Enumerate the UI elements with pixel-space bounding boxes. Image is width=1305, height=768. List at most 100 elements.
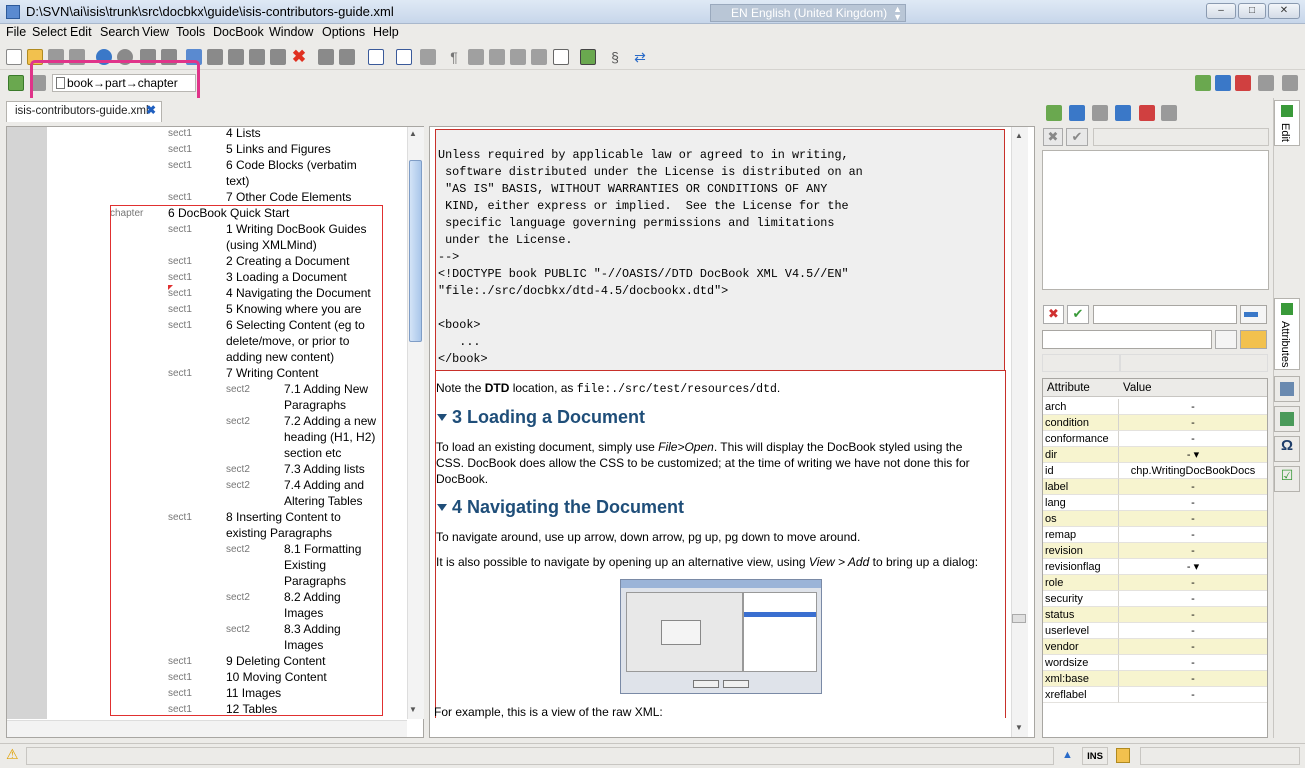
paste-after-icon[interactable]	[270, 49, 286, 65]
attribute-row[interactable]: id chp.WritingDocBookDocs	[1043, 463, 1267, 479]
swap-icon[interactable]: ⇄	[632, 49, 648, 65]
collapse-triangle-icon[interactable]	[437, 504, 447, 511]
attribute-row[interactable]: remap -	[1043, 527, 1267, 543]
attribute-value[interactable]: -	[1119, 527, 1267, 543]
attribute-row[interactable]: xml:base -	[1043, 671, 1267, 687]
insert-into-icon[interactable]	[1092, 105, 1108, 121]
menu-options[interactable]: Options	[322, 25, 365, 39]
maximize-button[interactable]: □	[1238, 3, 1266, 19]
attribute-row[interactable]: os -	[1043, 511, 1267, 527]
scroll-up-icon[interactable]: ▲	[1015, 131, 1023, 140]
select-parent-icon[interactable]	[8, 75, 24, 91]
outline-node-label[interactable]: 5 Links and Figures	[226, 141, 331, 157]
tab-spell-check[interactable]	[1274, 376, 1300, 402]
outline-node-label[interactable]: 4 Lists	[226, 125, 261, 141]
section-heading-navigating[interactable]: 4 Navigating the Document	[452, 497, 684, 518]
attribute-value[interactable]: -	[1119, 495, 1267, 511]
tab-document[interactable]: isis-contributors-guide.xml	[6, 101, 162, 122]
replace-element-icon[interactable]	[1115, 105, 1131, 121]
attribute-row[interactable]: wordsize -	[1043, 655, 1267, 671]
raw-xml-paragraph[interactable]: For example, this is a view of the raw X…	[434, 704, 663, 720]
section-icon[interactable]: §	[607, 49, 623, 65]
attribute-value[interactable]: chp.WritingDocBookDocs	[1119, 463, 1267, 479]
scroll-down-icon[interactable]: ▼	[1015, 723, 1023, 732]
replace-icon[interactable]	[318, 49, 334, 65]
paste-before-icon[interactable]	[249, 49, 265, 65]
wrap-element-icon[interactable]	[396, 49, 412, 65]
attribute-row[interactable]: xreflabel -	[1043, 687, 1267, 703]
close-tab-icon[interactable]: ✖	[146, 103, 156, 117]
collapse-triangle-icon[interactable]	[437, 414, 447, 421]
attribute-value-input[interactable]	[1042, 330, 1212, 349]
attribute-value[interactable]: - ▾	[1119, 559, 1267, 575]
attribute-row[interactable]: dir - ▾	[1043, 447, 1267, 463]
attribute-name-input[interactable]	[1093, 305, 1237, 324]
attribute-row[interactable]: revision -	[1043, 543, 1267, 559]
tab-edit[interactable]: Edit	[1274, 100, 1300, 146]
set-attribute-icon[interactable]: ✔	[1067, 305, 1089, 324]
menu-select[interactable]: Select	[32, 25, 67, 39]
insert-before-icon[interactable]	[1046, 105, 1062, 121]
attribute-row[interactable]: label -	[1043, 479, 1267, 495]
move-right-icon[interactable]	[1258, 75, 1274, 91]
options-icon[interactable]	[1282, 75, 1298, 91]
attribute-value[interactable]: -	[1119, 671, 1267, 687]
scroll-up-icon[interactable]: ▲	[409, 129, 417, 138]
attribute-value[interactable]: -	[1119, 655, 1267, 671]
attribute-value[interactable]: -	[1119, 415, 1267, 431]
table-icon[interactable]	[553, 49, 569, 65]
menu-search[interactable]: Search	[100, 25, 140, 39]
editor-scroll-thumb[interactable]	[1012, 614, 1026, 623]
attribute-row[interactable]: vendor -	[1043, 639, 1267, 655]
close-window-button[interactable]: ✕	[1268, 3, 1300, 19]
outline-node-label[interactable]: 6 Code Blocks (verbatim	[226, 157, 357, 173]
dtd-note-paragraph[interactable]: Note the DTD location, as file:./src/tes…	[436, 380, 780, 398]
menu-tools[interactable]: Tools	[176, 25, 205, 39]
attribute-row[interactable]: condition -	[1043, 415, 1267, 431]
attribute-row[interactable]: conformance -	[1043, 431, 1267, 447]
scroll-down-icon[interactable]: ▼	[409, 705, 417, 714]
menu-help[interactable]: Help	[373, 25, 399, 39]
attribute-row[interactable]: status -	[1043, 607, 1267, 623]
convert-element-icon[interactable]	[1139, 105, 1155, 121]
tab-attributes[interactable]: Attributes	[1274, 298, 1300, 370]
tab-validation[interactable]: ☑	[1274, 466, 1300, 492]
cancel-edit-icon[interactable]: ✖	[1043, 128, 1063, 146]
loading-paragraph-line2[interactable]: CSS. DocBook does allow the CSS to be cu…	[436, 455, 970, 471]
move-down-icon[interactable]	[1215, 75, 1231, 91]
remove-attribute-icon[interactable]: ✖	[1043, 305, 1064, 324]
accept-edit-icon[interactable]: ✔	[1066, 128, 1088, 146]
attribute-value[interactable]: -	[1119, 623, 1267, 639]
attribute-row[interactable]: userlevel -	[1043, 623, 1267, 639]
numbered-list-icon[interactable]	[510, 49, 526, 65]
image-icon[interactable]	[580, 49, 596, 65]
menu-window[interactable]: Window	[269, 25, 313, 39]
outline-scroll-thumb[interactable]	[409, 160, 422, 342]
menu-file[interactable]: File	[6, 25, 26, 39]
attribute-row[interactable]: arch -	[1043, 399, 1267, 415]
move-up-icon[interactable]	[1195, 75, 1211, 91]
insert-mode-indicator[interactable]: INS	[1082, 747, 1108, 765]
attribute-value[interactable]: -	[1119, 399, 1267, 415]
wrap-icon[interactable]	[1161, 105, 1177, 121]
outline-node-label[interactable]: 7 Other Code Elements	[226, 189, 351, 205]
outline-horizontal-scrollbar[interactable]	[7, 720, 407, 737]
definition-list-icon[interactable]	[531, 49, 547, 65]
xml-code-block[interactable]: Unless required by applicable law or agr…	[435, 129, 1005, 370]
attribute-value[interactable]: -	[1119, 479, 1267, 495]
tab-characters[interactable]: Ω	[1274, 436, 1300, 462]
value-column-header[interactable]: Value	[1123, 379, 1152, 397]
move-left-icon[interactable]	[1235, 75, 1251, 91]
outline-node-label[interactable]: text)	[226, 173, 249, 189]
copy-icon[interactable]	[207, 49, 223, 65]
insert-element-icon[interactable]	[368, 49, 384, 65]
minimize-button[interactable]: –	[1206, 3, 1236, 19]
menu-docbook[interactable]: DocBook	[213, 25, 264, 39]
language-indicator[interactable]: EN English (United Kingdom) ▲ ▼	[710, 4, 906, 22]
attribute-value[interactable]: -	[1119, 575, 1267, 591]
attribute-value[interactable]: -	[1119, 543, 1267, 559]
attribute-row[interactable]: security -	[1043, 591, 1267, 607]
editor-vertical-scrollbar[interactable]: ▲ ▼	[1011, 127, 1028, 737]
loading-paragraph-line3[interactable]: DocBook.	[436, 471, 488, 487]
attribute-value[interactable]: -	[1119, 511, 1267, 527]
